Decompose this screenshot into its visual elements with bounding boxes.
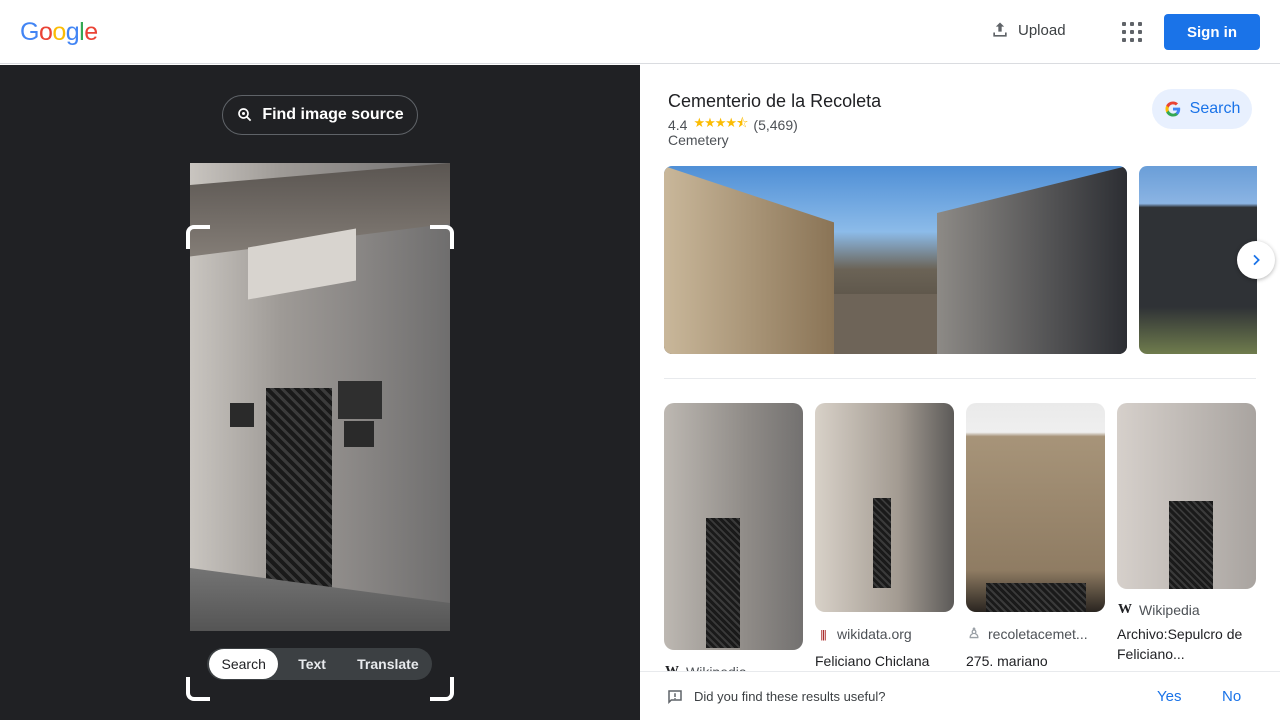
result-title[interactable]: Archivo:Sepulcro de Feliciano... xyxy=(1117,624,1256,664)
result-source[interactable]: ||| wikidata.org xyxy=(815,626,954,642)
review-count: (5,469) xyxy=(753,117,798,133)
visual-match-card[interactable]: ♙ recoletacemet... 275. mariano xyxy=(966,403,1105,671)
sign-in-button[interactable]: Sign in xyxy=(1164,14,1260,50)
top-header: Google Upload Sign in xyxy=(0,0,1280,64)
lens-mode-switcher: Search Text Translate xyxy=(207,648,432,680)
google-search-label: Search xyxy=(1189,100,1241,117)
upload-label: Upload xyxy=(1018,21,1066,39)
upload-icon xyxy=(993,22,1007,37)
crop-handle-top-right[interactable] xyxy=(430,225,454,249)
google-search-button[interactable]: Search xyxy=(1152,89,1252,129)
recoleta-site-icon: ♙ xyxy=(967,626,981,642)
lens-image-panel: Find image source Search Text Translate xyxy=(0,65,640,720)
lens-search-icon xyxy=(238,108,252,122)
crop-handle-top-left[interactable] xyxy=(186,225,210,249)
result-title[interactable]: Feliciano Chiclana xyxy=(815,651,954,671)
result-source-name: Wikipedia xyxy=(1139,602,1200,618)
place-title[interactable]: Cementerio de la Recoleta xyxy=(668,91,881,112)
visual-match-card[interactable]: W Wikipedia Archivo:Sepulcro de Felician… xyxy=(1117,403,1256,664)
crop-handle-bottom-left[interactable] xyxy=(186,677,210,701)
result-source[interactable]: W Wikipedia xyxy=(1117,602,1256,618)
visual-match-card[interactable]: W Wikipedia xyxy=(664,403,803,680)
logo-letter: G xyxy=(20,18,39,46)
result-source-name: recoletacemet... xyxy=(988,626,1088,642)
result-source-name: wikidata.org xyxy=(837,626,912,642)
apps-grid-icon[interactable] xyxy=(1120,20,1144,44)
feedback-icon xyxy=(668,690,682,705)
mode-translate-tab[interactable]: Translate xyxy=(346,649,430,679)
result-source[interactable]: ♙ recoletacemet... xyxy=(966,626,1105,642)
feedback-question: Did you find these results useful? xyxy=(694,689,886,704)
feedback-no-button[interactable]: No xyxy=(1222,688,1241,705)
logo-letter: e xyxy=(84,18,98,46)
wikipedia-icon: W xyxy=(1118,602,1132,617)
feedback-bar: Did you find these results useful? Yes N… xyxy=(640,671,1280,720)
crop-handle-bottom-right[interactable] xyxy=(430,677,454,701)
google-g-icon xyxy=(1165,101,1180,117)
results-panel: Cementerio de la Recoleta 4.4 ★★★★⯪ (5,4… xyxy=(640,65,1280,720)
mode-text-tab[interactable]: Text xyxy=(278,649,345,679)
find-image-source-button[interactable]: Find image source xyxy=(222,95,418,135)
rating-value: 4.4 xyxy=(668,117,688,133)
result-thumbnail[interactable] xyxy=(1117,403,1256,589)
carousel-next-button[interactable] xyxy=(1237,241,1275,279)
logo-letter: o xyxy=(52,18,66,46)
place-photo-main[interactable] xyxy=(664,166,1127,354)
result-thumbnail[interactable] xyxy=(966,403,1105,612)
result-thumbnail[interactable] xyxy=(664,403,803,650)
result-title[interactable]: 275. mariano xyxy=(966,651,1105,671)
find-image-source-label: Find image source xyxy=(262,106,404,123)
wikidata-icon: ||| xyxy=(820,626,827,641)
upload-button[interactable]: Upload xyxy=(990,20,1066,40)
logo-letter: g xyxy=(65,18,80,46)
chevron-right-icon xyxy=(1253,254,1260,266)
visual-match-card[interactable]: ||| wikidata.org Feliciano Chiclana xyxy=(815,403,954,671)
section-divider xyxy=(664,378,1256,379)
google-logo[interactable]: Google xyxy=(20,18,98,47)
mode-search-tab[interactable]: Search xyxy=(209,649,279,679)
result-thumbnail[interactable] xyxy=(815,403,954,612)
place-category: Cemetery xyxy=(668,132,729,148)
logo-letter: o xyxy=(38,18,53,46)
query-photo[interactable] xyxy=(190,163,450,631)
feedback-yes-button[interactable]: Yes xyxy=(1157,688,1181,705)
